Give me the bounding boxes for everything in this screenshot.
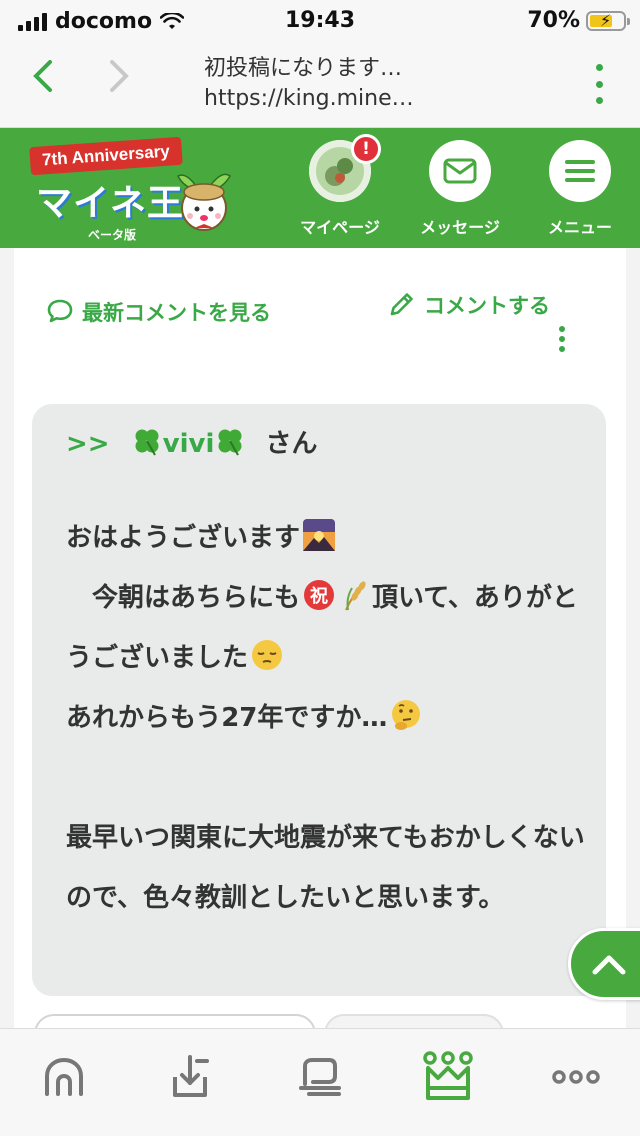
logo-subtitle: ベータ版 (88, 228, 137, 242)
browser-menu-button[interactable] (594, 64, 604, 104)
celebration-icon: 祝 (304, 580, 335, 610)
chevron-up-icon (592, 955, 626, 975)
message-label: メッセージ (420, 218, 500, 237)
page-url: https://king.mine… (204, 86, 414, 111)
latest-comments-label: 最新コメントを見る (82, 301, 271, 325)
site-logo[interactable]: 7th Anniversary マイネ王 ベータ版 (29, 136, 240, 242)
comment-line-1: おはようございます (66, 523, 301, 553)
post-icon (173, 1055, 209, 1097)
status-bar: docomo 19:43 70% ⚡ (0, 0, 640, 40)
reply-target: >> vivi さん (66, 424, 317, 464)
comment-line-4: 最早いつ関東に大地震が来てもおかしくないので、色々教訓としたいと思います。 (66, 823, 585, 913)
more-options-icon[interactable] (558, 326, 566, 352)
thinking-face-icon (392, 700, 421, 730)
crown-icon (423, 1051, 473, 1100)
rice-icon (345, 581, 366, 611)
comment-bubble: >> vivi さん おはようございます 今朝はあちらにも 祝 頂いて、ありがと… (32, 404, 606, 996)
battery-icon: ⚡ (586, 10, 630, 31)
post-comment-label: コメントする (424, 294, 550, 318)
bottom-tab-bar (0, 1028, 640, 1136)
anniversary-banner: 7th Anniversary (29, 136, 183, 176)
chevron-left-icon (33, 60, 52, 92)
browser-bar: 初投稿になります… https://king.mine… (0, 40, 640, 128)
pensive-face-icon (252, 640, 283, 670)
pencil-icon (390, 293, 413, 316)
clover-icon (218, 429, 242, 456)
mypage-button[interactable]: ! マイページ (290, 134, 390, 238)
comment-body: おはようございます 今朝はあちらにも 祝 頂いて、ありがとうございました あれか… (66, 508, 586, 928)
mypage-label: マイページ (300, 218, 380, 237)
hamburger-icon (565, 160, 595, 182)
latest-comments-link[interactable]: 最新コメントを見る (46, 290, 286, 336)
speech-bubble-icon (47, 299, 73, 323)
home-icon (45, 1057, 83, 1096)
logo-text: マイネ王 (36, 183, 185, 224)
message-button[interactable]: メッセージ (410, 140, 510, 238)
back-button[interactable] (30, 58, 54, 101)
reply-user-name[interactable]: vivi (163, 429, 215, 459)
tab-home[interactable] (34, 1047, 94, 1107)
tab-chat[interactable] (290, 1047, 350, 1107)
envelope-icon (443, 158, 477, 184)
comment-line-3: あれからもう27年ですか… (66, 703, 388, 733)
post-comment-link[interactable]: コメントする (388, 290, 550, 321)
battery-percent: 70% (527, 8, 580, 33)
menu-button[interactable]: メニュー (530, 140, 630, 238)
svg-text:祝: 祝 (310, 585, 328, 607)
chat-icon (299, 1058, 341, 1096)
reply-prefix: >> (66, 429, 110, 459)
mascot-icon (176, 173, 231, 231)
scroll-to-top-button[interactable] (568, 928, 640, 1000)
notification-badge: ! (351, 134, 381, 164)
more-icon (552, 1070, 600, 1084)
reply-honorific: さん (265, 429, 318, 459)
battery-info: 70% ⚡ (527, 8, 630, 33)
page-title: 初投稿になります… (204, 56, 403, 81)
comment-line-2a: 今朝はあちらにも (66, 583, 301, 613)
sunrise-icon (303, 519, 336, 551)
clover-icon (135, 429, 159, 456)
forward-button[interactable] (108, 58, 132, 101)
chevron-right-icon (110, 60, 129, 92)
menu-label: メニュー (547, 218, 612, 237)
tab-ranking[interactable] (418, 1047, 478, 1107)
site-header: 7th Anniversary マイネ王 ベータ版 ! マイページ メッセージ … (0, 128, 640, 248)
tab-post[interactable] (160, 1047, 220, 1107)
tab-more[interactable] (546, 1047, 606, 1107)
address-bar[interactable]: 初投稿になります… https://king.mine… (204, 54, 414, 114)
